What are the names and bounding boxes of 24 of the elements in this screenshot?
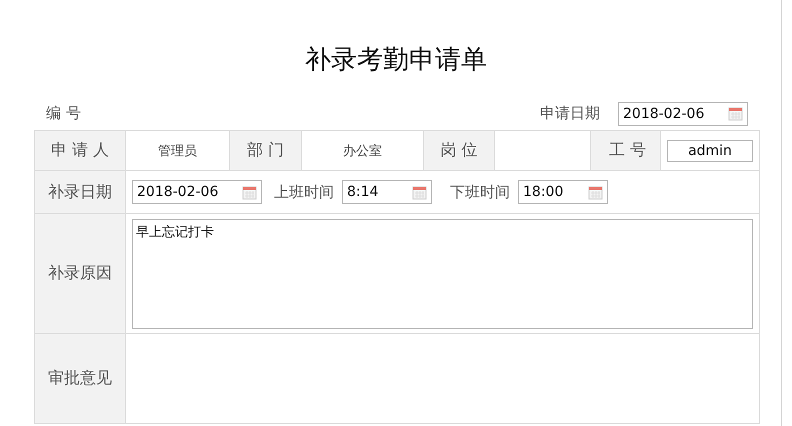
- date-field[interactable]: 2018-02-06: [132, 180, 262, 204]
- field-label: 部 门: [230, 130, 302, 170]
- field-label: 补录日期: [34, 170, 126, 214]
- field-label: 工 号: [590, 130, 660, 170]
- text-field[interactable]: admin: [667, 140, 753, 162]
- calendar-icon[interactable]: [412, 184, 427, 200]
- date-label: 申请日期: [540, 104, 600, 123]
- date-field[interactable]: 18:00: [518, 180, 608, 204]
- field-value: 管理员: [126, 130, 230, 170]
- form-title: 补录考勤申请单: [304, 44, 488, 77]
- field-label: 岗 位: [424, 130, 494, 170]
- date-field[interactable]: 8:14: [342, 180, 432, 204]
- field-label: 申 请 人: [34, 130, 126, 170]
- date-field[interactable]: 2018-02-06: [618, 102, 748, 126]
- time-label: 上班时间: [274, 182, 334, 202]
- calendar-icon[interactable]: [728, 106, 743, 121]
- calendar-icon[interactable]: [588, 184, 603, 200]
- number-label: 编 号: [46, 104, 81, 123]
- calendar-icon[interactable]: [242, 184, 257, 200]
- reason-field[interactable]: 早上忘记打卡: [132, 218, 753, 328]
- time-label: 下班时间: [450, 182, 510, 202]
- field-label: 补录原因: [34, 214, 126, 334]
- field-value: 办公室: [302, 130, 424, 170]
- field-label: 审批意见: [34, 334, 126, 424]
